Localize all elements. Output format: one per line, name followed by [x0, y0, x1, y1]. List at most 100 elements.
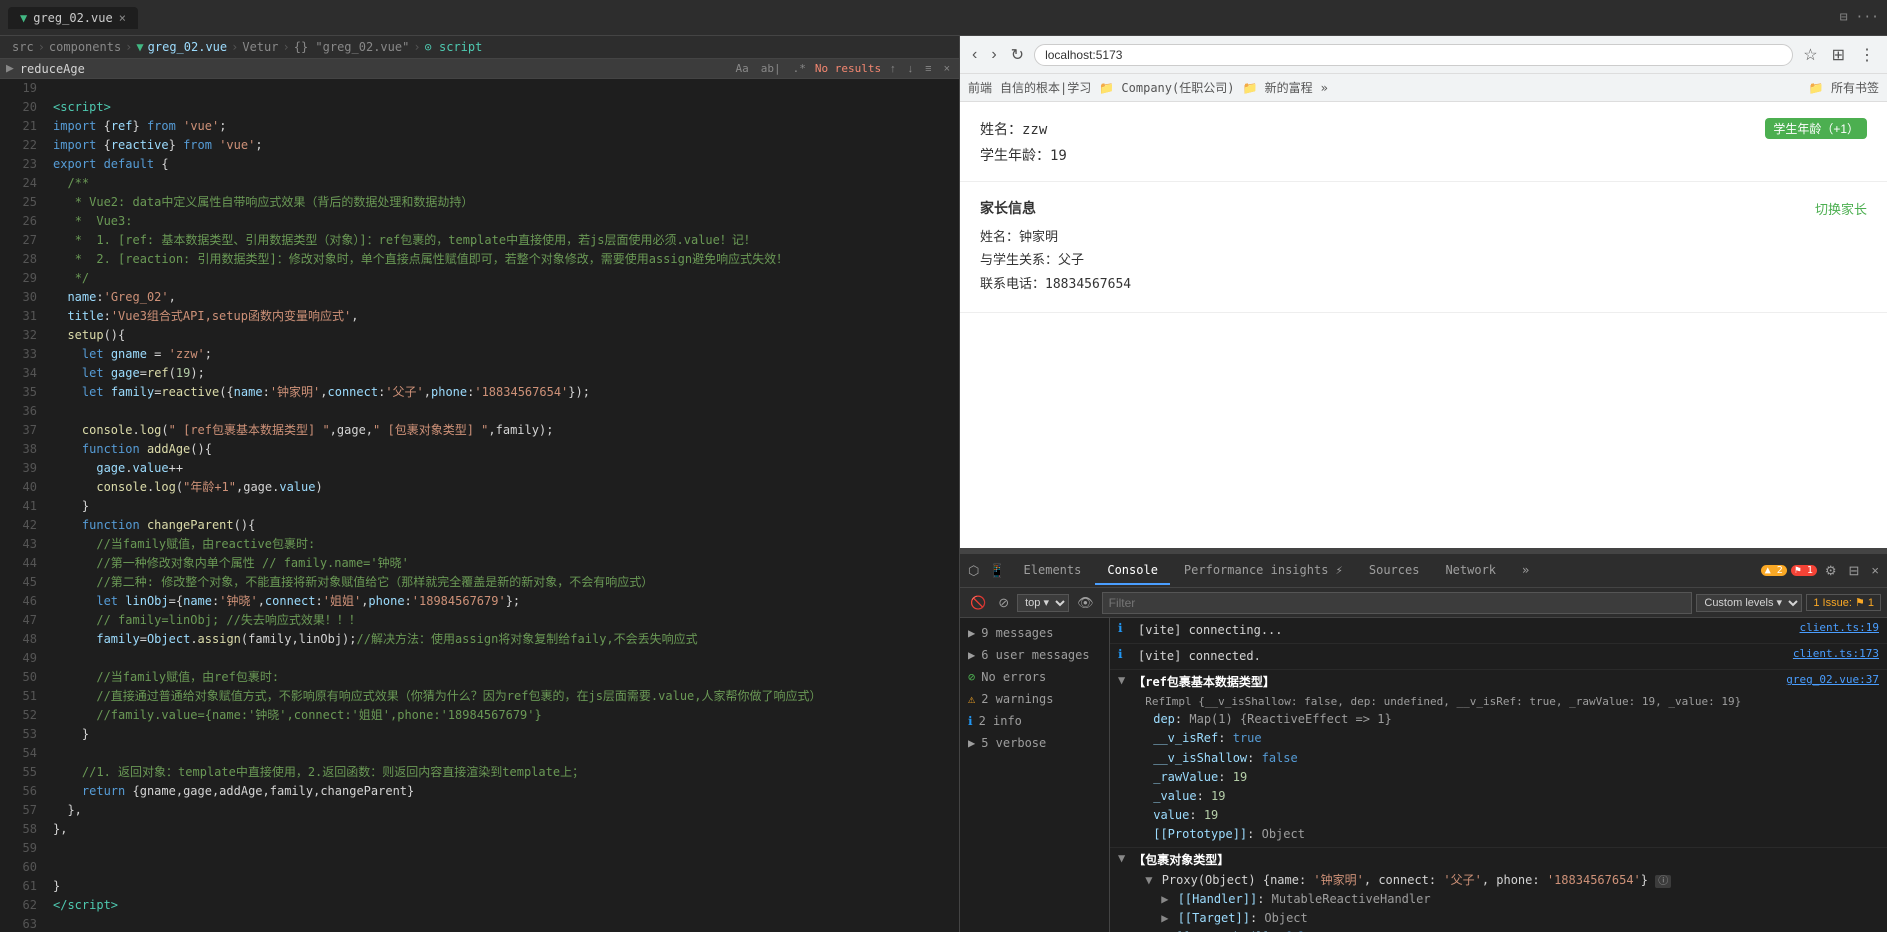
- code-line: [53, 744, 951, 763]
- student-age-value: 19: [1050, 148, 1067, 164]
- parent-relation-value: 父子: [1058, 253, 1084, 268]
- breadcrumb: src › components › ▼ greg_02.vue › Vetur…: [0, 36, 959, 59]
- code-line: //直接通过普通给对象赋值方式，不影响原有响应式效果（你猜为什么？因为ref包裹…: [53, 687, 951, 706]
- bookmark-btn[interactable]: ☆: [1799, 43, 1821, 67]
- tab-more[interactable]: »: [1510, 557, 1541, 585]
- add-age-btn[interactable]: 学生年龄（+1）: [1765, 118, 1867, 139]
- code-line: [53, 915, 951, 932]
- entry-text: 【ref包裹基本数据类型】 RefImpl {__v_isShallow: fa…: [1133, 673, 1780, 844]
- sidebar-all-messages[interactable]: ▶ 9 messages: [960, 622, 1109, 644]
- url-bar[interactable]: [1034, 44, 1793, 66]
- code-line: <script>: [53, 98, 951, 117]
- error-badge: ⚑ 1: [1791, 565, 1817, 576]
- expand-arrow-icon[interactable]: ▼: [1118, 673, 1125, 687]
- breadcrumb-obj: {} "greg_02.vue": [294, 40, 410, 54]
- console-entry: ℹ [vite] connected. client.ts:173: [1110, 644, 1887, 670]
- console-clear-btn[interactable]: 🚫: [966, 593, 990, 613]
- code-line: name:'Greg_02',: [53, 288, 951, 307]
- tab-network[interactable]: Network: [1433, 557, 1508, 585]
- devtools-settings-btn[interactable]: ⚙: [1821, 561, 1841, 581]
- ref-prop-value: value: 19: [1153, 806, 1780, 825]
- sidebar-verbose[interactable]: ▶ 5 verbose: [960, 732, 1109, 754]
- code-line: function addAge(){: [53, 440, 951, 459]
- bookmark-frontend[interactable]: 前端: [968, 79, 992, 96]
- extensions-btn[interactable]: ⊞: [1828, 43, 1849, 67]
- bookmark-program[interactable]: 📁 新的富程: [1242, 79, 1312, 96]
- console-content: ▶ 9 messages ▶ 6 user messages ⊘ No erro…: [960, 618, 1887, 932]
- devtools-dock-btn[interactable]: ⊟: [1845, 561, 1864, 581]
- bookmark-company[interactable]: 📁 Company(任职公司): [1099, 79, 1234, 96]
- student-name-label: 姓名：zzw: [980, 119, 1047, 139]
- search-prev-btn[interactable]: ↑: [887, 62, 899, 76]
- breadcrumb-script: ⊙ script: [425, 40, 483, 54]
- browser-bar: ▼ greg_02.vue × ⊟ ···: [0, 0, 1887, 36]
- sidebar-user-messages[interactable]: ▶ 6 user messages: [960, 644, 1109, 666]
- ref-prop-isref: __v_isRef: true: [1153, 729, 1780, 748]
- bookmarks-bar: 前端 自信的根本|学习 📁 Company(任职公司) 📁 新的富程 » 📁 所…: [960, 74, 1887, 102]
- console-filter-btn[interactable]: ⊘: [994, 593, 1013, 613]
- forward-btn[interactable]: ›: [987, 44, 1000, 66]
- student-age-text: 学生年龄：19: [980, 148, 1067, 164]
- code-line: let linObj={name:'钟晓',connect:'姐姐',phone…: [53, 592, 951, 611]
- console-entry-ref: ▼ 【ref包裹基本数据类型】 RefImpl {__v_isShallow: …: [1110, 670, 1887, 848]
- search-regex-btn[interactable]: .*: [790, 61, 809, 76]
- bookmark-confidence[interactable]: 自信的根本|学习: [1000, 79, 1091, 96]
- search-input[interactable]: [20, 62, 727, 76]
- sidebar-no-errors[interactable]: ⊘ No errors: [960, 666, 1109, 688]
- console-eye-btn[interactable]: 👁: [1073, 593, 1098, 613]
- tab-elements[interactable]: Elements: [1012, 557, 1094, 585]
- more-icon[interactable]: ···: [1856, 10, 1879, 25]
- breadcrumb-file: greg_02.vue: [148, 40, 227, 54]
- tab-performance[interactable]: Performance insights ⚡: [1172, 557, 1355, 585]
- sidebar-warnings[interactable]: ⚠ 2 warnings: [960, 688, 1109, 710]
- code-line: * 1. [ref: 基本数据类型、引用数据类型（对象）]：ref包裹的，tem…: [53, 231, 951, 250]
- code-line: let gname = 'zzw';: [53, 345, 951, 364]
- code-line: //第一种修改对象内单个属性 // family.name='钟晓': [53, 554, 951, 573]
- back-btn[interactable]: ‹: [968, 44, 981, 66]
- code-line: //1. 返回对象：template中直接使用，2.返回函数：则返回内容直接渲染…: [53, 763, 951, 782]
- tab-console[interactable]: Console: [1095, 557, 1170, 585]
- code-line: */: [53, 269, 951, 288]
- code-line: //第二种: 修改整个对象，不能直接将新对象赋值给它（那样就完全覆盖是新的新对象…: [53, 573, 951, 592]
- split-icon[interactable]: ⊟: [1840, 10, 1848, 25]
- editor-tab[interactable]: ▼ greg_02.vue ×: [8, 7, 138, 29]
- sidebar-label: 2 warnings: [981, 692, 1053, 706]
- more-btn[interactable]: ⋮: [1855, 43, 1879, 67]
- entry-source[interactable]: greg_02.vue:37: [1786, 673, 1879, 686]
- entry-source[interactable]: client.ts:19: [1800, 621, 1879, 634]
- search-whole-word-btn[interactable]: ab|: [758, 61, 784, 76]
- search-close-btn[interactable]: ×: [941, 62, 953, 76]
- devtools-device-btn[interactable]: 📱: [985, 561, 1009, 581]
- console-entry: ℹ [vite] connecting... client.ts:19: [1110, 618, 1887, 644]
- search-next-btn[interactable]: ↓: [905, 62, 917, 76]
- expand-arrow-icon[interactable]: ▼: [1118, 851, 1125, 865]
- console-context-select[interactable]: top ▾: [1017, 594, 1069, 612]
- console-filter-input[interactable]: [1102, 592, 1693, 614]
- search-no-results: No results: [815, 62, 881, 75]
- ref-title: 【ref包裹基本数据类型】: [1133, 673, 1780, 692]
- app-preview: 姓名：zzw 学生年龄（+1） 学生年龄：19 家长信息 切换家长 姓名：钟家明…: [960, 102, 1887, 548]
- tab-close-btn[interactable]: ×: [119, 11, 126, 25]
- editor-panel: src › components › ▼ greg_02.vue › Vetur…: [0, 36, 960, 932]
- student-age-row: 学生年龄：19: [980, 145, 1867, 165]
- ref-impl: RefImpl {__v_isShallow: false, dep: unde…: [1133, 693, 1780, 711]
- refresh-btn[interactable]: ↻: [1007, 43, 1028, 67]
- search-match-case-btn[interactable]: Aa: [733, 61, 752, 76]
- bookmark-all[interactable]: 📁 所有书签: [1809, 79, 1879, 96]
- tab-sources[interactable]: Sources: [1357, 557, 1432, 585]
- console-level-select[interactable]: Custom levels ▾: [1696, 594, 1802, 612]
- proxy-expand-icon[interactable]: ▼: [1145, 873, 1152, 887]
- parent-title: 家长信息: [980, 198, 1036, 218]
- sidebar-info[interactable]: ℹ 2 info: [960, 710, 1109, 732]
- devtools-close-btn[interactable]: ×: [1867, 561, 1883, 580]
- devtools-inspect-btn[interactable]: ⬡: [964, 561, 983, 581]
- code-line: console.log(" [ref包裹基本数据类型] ",gage," [包裹…: [53, 421, 951, 440]
- issue-btn[interactable]: 1 Issue: ⚑ 1: [1806, 594, 1881, 611]
- search-filter-btn[interactable]: ≡: [922, 62, 934, 76]
- code-line: [53, 858, 951, 877]
- entry-source[interactable]: client.ts:173: [1793, 647, 1879, 660]
- breadcrumb-src: src: [12, 40, 34, 54]
- switch-parent-btn[interactable]: 切换家长: [1815, 199, 1867, 218]
- bookmark-more[interactable]: »: [1321, 81, 1328, 95]
- code-line: let gage=ref(19);: [53, 364, 951, 383]
